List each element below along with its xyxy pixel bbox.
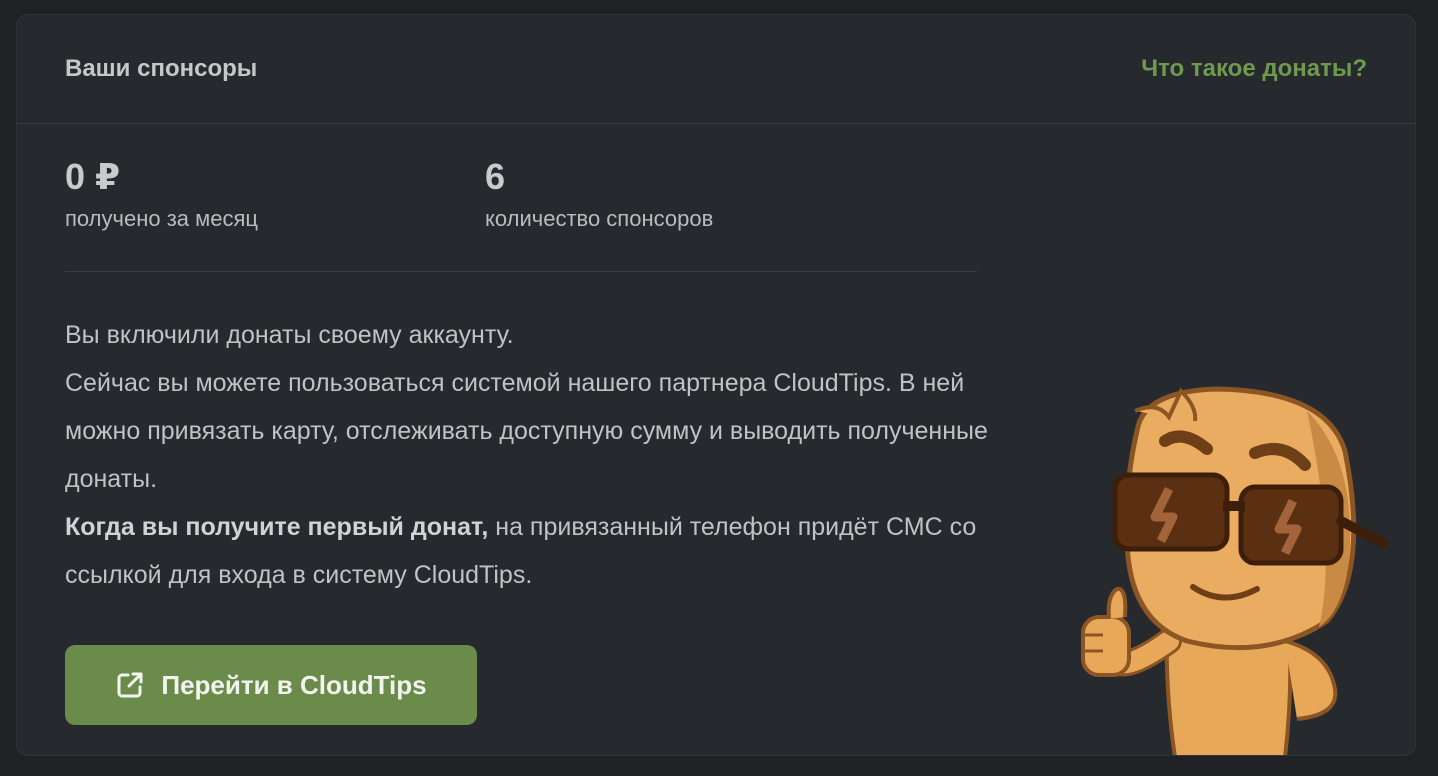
panel-header: Ваши спонсоры Что такое донаты? <box>17 15 1415 124</box>
external-link-icon <box>115 670 145 700</box>
open-cloudtips-label: Перейти в CloudTips <box>161 669 427 700</box>
description-line: Вы включили донаты своему аккаунту. <box>65 321 514 349</box>
open-cloudtips-button[interactable]: Перейти в CloudTips <box>65 645 477 725</box>
description-notice: Когда вы получите первый донат, на привя… <box>65 503 1005 599</box>
stat-label: количество спонсоров <box>485 206 714 231</box>
mascot-illustration <box>1057 371 1397 755</box>
stat-value: 6 <box>485 156 506 197</box>
description-text: Вы включили донаты своему аккаунту. Сейч… <box>65 311 1005 599</box>
stat-sponsor-count: 6 количество спонсоров <box>485 155 713 233</box>
stat-value: 0 ₽ <box>65 156 121 197</box>
panel-title: Ваши спонсоры <box>65 55 258 82</box>
stat-label: получено за месяц <box>65 206 259 231</box>
stats-row: 0 ₽ получено за месяц 6 количество спонс… <box>65 155 977 272</box>
sponsors-panel: Ваши спонсоры Что такое донаты? 0 ₽ полу… <box>16 14 1416 756</box>
description-bold: Когда вы получите первый донат, <box>65 513 489 541</box>
what-are-donations-link[interactable]: Что такое донаты? <box>1141 55 1367 83</box>
description-line: Сейчас вы можете пользоваться системой н… <box>65 369 988 493</box>
stat-monthly-received: 0 ₽ получено за месяц <box>65 155 258 233</box>
